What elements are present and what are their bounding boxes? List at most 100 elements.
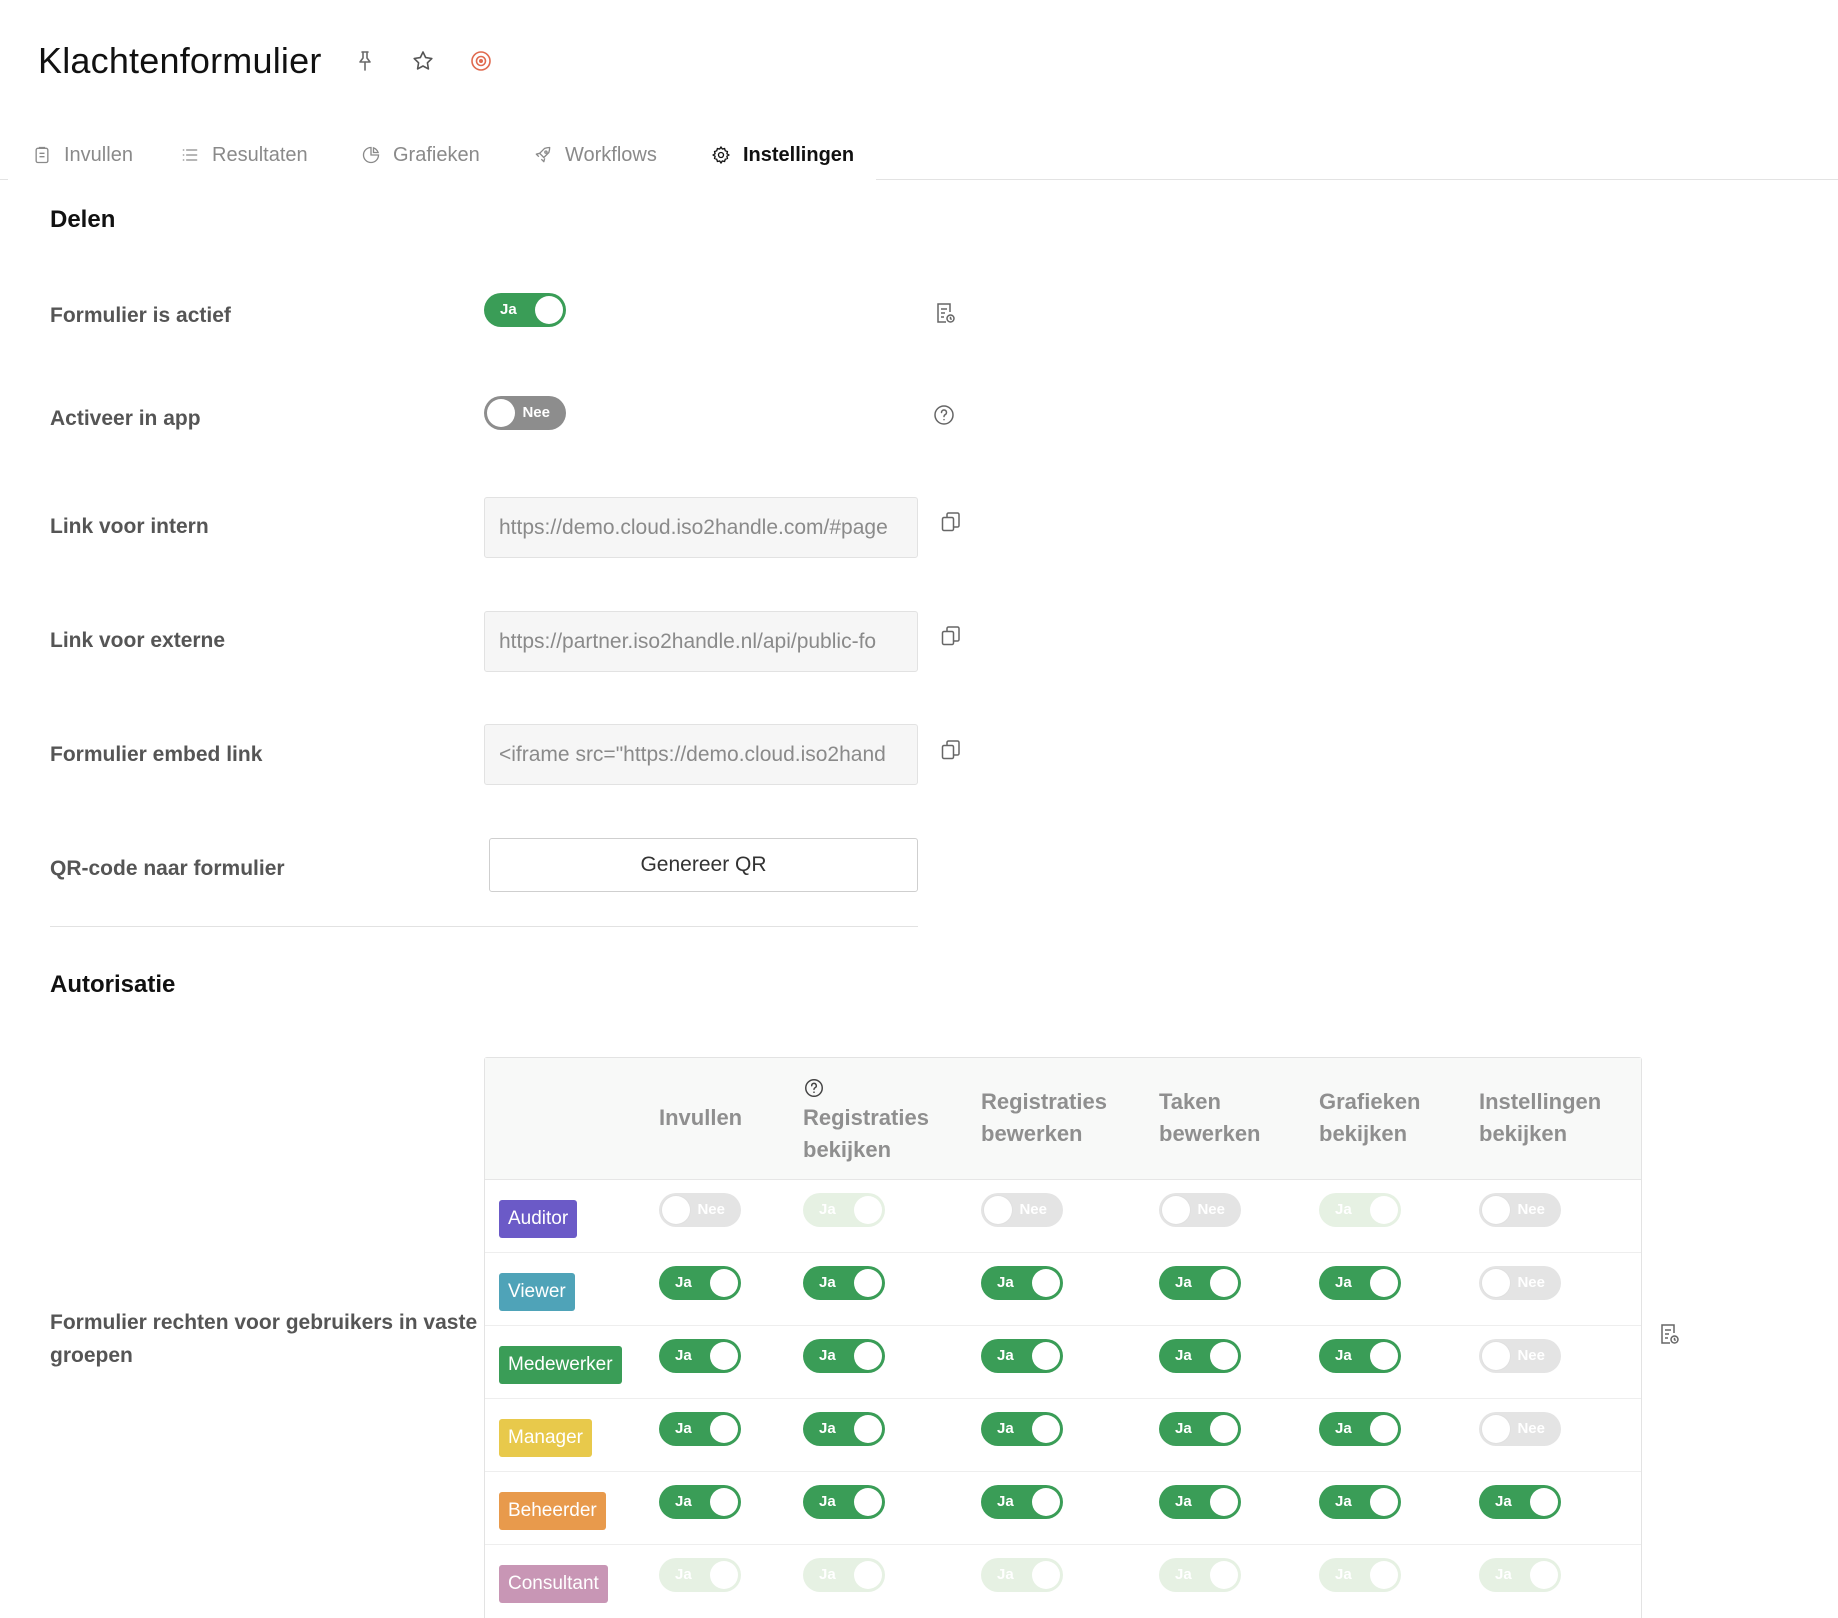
audit-log-icon[interactable] bbox=[932, 300, 958, 326]
permission-toggle[interactable]: Nee bbox=[659, 1193, 741, 1227]
toggle-text: Ja bbox=[1175, 1347, 1192, 1364]
permission-toggle[interactable]: Ja bbox=[1319, 1558, 1401, 1592]
permission-toggle[interactable]: Ja bbox=[981, 1266, 1063, 1300]
permission-toggle[interactable]: Ja bbox=[981, 1485, 1063, 1519]
label-activeer-app: Activeer in app bbox=[50, 407, 201, 430]
permission-toggle[interactable]: Ja bbox=[659, 1339, 741, 1373]
permission-toggle[interactable]: Nee bbox=[1479, 1412, 1561, 1446]
permission-toggle[interactable]: Ja bbox=[1479, 1558, 1561, 1592]
link-extern-field[interactable]: https://partner.iso2handle.nl/api/public… bbox=[484, 611, 918, 672]
column-header-line: Registraties bbox=[803, 1105, 929, 1130]
toggle-knob bbox=[662, 1196, 690, 1224]
permission-toggle[interactable]: Ja bbox=[803, 1193, 885, 1227]
table-row: Medewerker Ja Ja Ja Ja Ja Nee bbox=[485, 1326, 1641, 1399]
permission-toggle[interactable]: Ja bbox=[803, 1412, 885, 1446]
toggle-text: Ja bbox=[819, 1420, 836, 1437]
audit-log-icon[interactable] bbox=[1656, 1321, 1682, 1347]
toggle-text: Ja bbox=[997, 1493, 1014, 1510]
tab-workflows[interactable]: Workflows bbox=[533, 130, 657, 180]
toggle-text: Ja bbox=[819, 1347, 836, 1364]
permission-toggle[interactable]: Ja bbox=[981, 1412, 1063, 1446]
permission-toggle[interactable]: Ja bbox=[1159, 1485, 1241, 1519]
toggle-text: Ja bbox=[997, 1274, 1014, 1291]
permission-toggle[interactable]: Ja bbox=[1319, 1266, 1401, 1300]
toggle-text: Ja bbox=[1175, 1274, 1192, 1291]
permission-toggle[interactable]: Ja bbox=[659, 1485, 741, 1519]
link-intern-field[interactable]: https://demo.cloud.iso2handle.com/#page bbox=[484, 497, 918, 558]
permission-toggle[interactable]: Ja bbox=[659, 1558, 741, 1592]
tab-label: Workflows bbox=[565, 143, 657, 166]
toggle-knob bbox=[1032, 1561, 1060, 1589]
permission-toggle[interactable]: Ja bbox=[659, 1412, 741, 1446]
toggle-knob bbox=[854, 1269, 882, 1297]
toggle-text: Ja bbox=[1175, 1493, 1192, 1510]
permission-toggle[interactable]: Ja bbox=[1319, 1339, 1401, 1373]
toggle-knob bbox=[1530, 1561, 1558, 1589]
permission-toggle[interactable]: Ja bbox=[1159, 1412, 1241, 1446]
permission-toggle[interactable]: Nee bbox=[1479, 1339, 1561, 1373]
pin-icon[interactable] bbox=[350, 46, 380, 76]
permission-toggle[interactable]: Ja bbox=[803, 1558, 885, 1592]
toggle-activeer-app[interactable]: Nee bbox=[484, 396, 566, 430]
group-badge: Viewer bbox=[499, 1273, 575, 1311]
copy-icon[interactable] bbox=[938, 623, 964, 649]
section-divider bbox=[50, 926, 918, 927]
star-icon[interactable] bbox=[408, 46, 438, 76]
permission-toggle[interactable]: Ja bbox=[659, 1266, 741, 1300]
embed-link-field[interactable]: <iframe src="https://demo.cloud.iso2hand bbox=[484, 724, 918, 785]
table-row: Manager Ja Ja Ja Ja Ja Nee bbox=[485, 1399, 1641, 1472]
pie-chart-icon bbox=[362, 146, 380, 164]
toggle-knob bbox=[710, 1415, 738, 1443]
permission-toggle[interactable]: Ja bbox=[803, 1266, 885, 1300]
column-header-line: bewerken bbox=[981, 1121, 1083, 1146]
toggle-text: Ja bbox=[819, 1201, 836, 1218]
section-title-delen: Delen bbox=[50, 206, 116, 233]
permission-toggle[interactable]: Ja bbox=[1319, 1485, 1401, 1519]
permissions-table-header: Invullen Registraties bekijken Registraties… bbox=[485, 1058, 1641, 1180]
target-icon[interactable] bbox=[466, 46, 496, 76]
table-row: Beheerder Ja Ja Ja Ja Ja Ja bbox=[485, 1472, 1641, 1545]
permission-toggle[interactable]: Ja bbox=[803, 1339, 885, 1373]
tab-resultaten[interactable]: Resultaten bbox=[180, 130, 308, 180]
toggle-text: Nee bbox=[1197, 1201, 1225, 1218]
toggle-text: Ja bbox=[819, 1274, 836, 1291]
toggle-knob bbox=[710, 1488, 738, 1516]
permission-toggle[interactable]: Nee bbox=[1479, 1193, 1561, 1227]
permission-toggle[interactable]: Nee bbox=[1159, 1193, 1241, 1227]
toggle-knob bbox=[1210, 1488, 1238, 1516]
toggle-formulier-actief[interactable]: Ja bbox=[484, 293, 566, 327]
copy-icon[interactable] bbox=[938, 509, 964, 535]
label-formulier-actief: Formulier is actief bbox=[50, 304, 231, 327]
permission-toggle[interactable]: Ja bbox=[803, 1485, 885, 1519]
tab-grafieken[interactable]: Grafieken bbox=[361, 130, 480, 180]
permission-toggle[interactable]: Ja bbox=[1319, 1193, 1401, 1227]
rocket-icon bbox=[535, 146, 551, 163]
toggle-knob bbox=[1482, 1269, 1510, 1297]
tab-label: Instellingen bbox=[743, 143, 855, 166]
tab-panel-edge bbox=[8, 178, 876, 182]
column-header-line: bekijken bbox=[803, 1137, 892, 1162]
toggle-text: Ja bbox=[1175, 1566, 1192, 1583]
tab-invullen[interactable]: Invullen bbox=[32, 130, 133, 180]
column-header-line: Taken bbox=[1159, 1089, 1221, 1114]
column-header-line: bekijken bbox=[1319, 1121, 1408, 1146]
toggle-text: Ja bbox=[1335, 1493, 1352, 1510]
permission-toggle[interactable]: Ja bbox=[1159, 1558, 1241, 1592]
permission-toggle[interactable]: Ja bbox=[1159, 1339, 1241, 1373]
permission-toggle[interactable]: Ja bbox=[1159, 1266, 1241, 1300]
permission-toggle[interactable]: Ja bbox=[981, 1558, 1063, 1592]
permission-toggle[interactable]: Ja bbox=[1319, 1412, 1401, 1446]
label-rechten-groepen: Formulier rechten voor gebruikers in vas… bbox=[50, 1311, 478, 1367]
permission-toggle[interactable]: Ja bbox=[981, 1339, 1063, 1373]
copy-icon[interactable] bbox=[938, 737, 964, 763]
permission-toggle[interactable]: Nee bbox=[981, 1193, 1063, 1227]
generate-qr-button[interactable]: Genereer QR bbox=[489, 838, 918, 892]
help-icon[interactable] bbox=[931, 402, 957, 428]
permission-toggle[interactable]: Ja bbox=[1479, 1485, 1561, 1519]
permission-toggle[interactable]: Nee bbox=[1479, 1266, 1561, 1300]
help-icon[interactable] bbox=[803, 1077, 825, 1099]
toggle-knob bbox=[487, 399, 515, 427]
toggle-knob bbox=[854, 1488, 882, 1516]
tab-instellingen[interactable]: Instellingen bbox=[711, 130, 854, 180]
toggle-text: Nee bbox=[1517, 1347, 1545, 1364]
